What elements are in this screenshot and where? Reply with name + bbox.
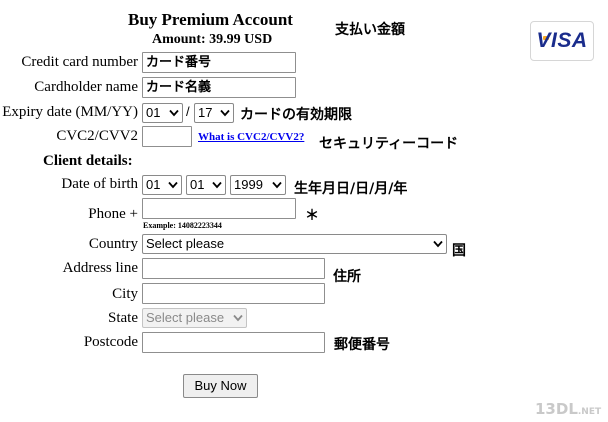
phone-example: Example: 14082223344 [143, 221, 222, 230]
chevron-down-icon [220, 109, 230, 117]
visa-logo: VISA [530, 21, 594, 61]
cvc-label: CVC2/CVV2 [56, 128, 138, 144]
address-note: 住所 [333, 269, 361, 285]
watermark-suffix: .NET [577, 407, 602, 417]
phone-input[interactable] [142, 198, 296, 219]
page-title: Buy Premium Account [128, 10, 293, 29]
chevron-down-icon [433, 240, 443, 248]
watermark-main: 13DL [535, 400, 578, 418]
credit-card-input[interactable]: カード番号 [142, 52, 296, 73]
buy-now-button[interactable]: Buy Now [183, 374, 258, 398]
birth-month-select[interactable]: 01 [186, 175, 226, 195]
expiry-year-value: 17 [198, 105, 213, 120]
chevron-down-icon [168, 181, 178, 189]
amount-text: Amount: 39.99 USD [152, 32, 273, 47]
chevron-down-icon [272, 181, 282, 189]
postcode-label: Postcode [83, 334, 138, 350]
expiry-year-select[interactable]: 17 [194, 103, 234, 123]
expiry-label: Expiry date (MM/YY) [2, 104, 138, 120]
country-note: 国 [452, 243, 466, 259]
expiry-month-value: 01 [146, 105, 161, 120]
birth-year-value: 1999 [234, 177, 263, 192]
state-select: Select please [142, 308, 247, 328]
cvc-note: セキュリティーコード [319, 136, 459, 152]
cardholder-input[interactable]: カード名義 [142, 77, 296, 98]
birth-year-select[interactable]: 1999 [230, 175, 286, 195]
postcode-input[interactable] [142, 332, 325, 353]
state-value: Select please [146, 310, 225, 325]
chevron-down-icon [169, 109, 179, 117]
address-label: Address line [62, 260, 138, 276]
chevron-down-icon [212, 181, 222, 189]
cvc-input[interactable] [142, 126, 192, 147]
birth-note: 生年月日/日/月/年 [294, 181, 408, 197]
expiry-month-select[interactable]: 01 [142, 103, 183, 123]
country-label: Country [88, 236, 138, 252]
credit-card-label: Credit card number [21, 54, 138, 70]
city-label: City [112, 286, 138, 302]
cvc-help-link[interactable]: What is CVC2/CVV2? [198, 131, 304, 143]
expiry-note: カードの有効期限 [240, 107, 352, 123]
client-details-heading: Client details: [43, 153, 133, 169]
cardholder-label: Cardholder name [34, 79, 138, 95]
address-input[interactable] [142, 258, 325, 279]
expiry-separator: / [186, 104, 190, 119]
birth-day-select[interactable]: 01 [142, 175, 182, 195]
birth-day-value: 01 [146, 177, 161, 192]
postcode-note: 郵便番号 [334, 337, 390, 353]
chevron-down-icon [233, 314, 243, 322]
country-select[interactable]: Select please [142, 234, 447, 254]
phone-label: Phone + [88, 206, 138, 222]
country-value: Select please [146, 236, 225, 251]
visa-logo-text: VISA [536, 29, 588, 52]
birth-month-value: 01 [190, 177, 205, 192]
birth-label: Date of birth [61, 176, 138, 192]
state-label: State [108, 310, 138, 326]
site-watermark: 13DL.NET [535, 400, 601, 418]
payment-page: Buy Premium Account Amount: 39.99 USD 支払… [0, 0, 608, 422]
amount-note: 支払い金額 [335, 22, 405, 38]
phone-required-mark: ＊ [305, 208, 319, 224]
city-input[interactable] [142, 283, 325, 304]
